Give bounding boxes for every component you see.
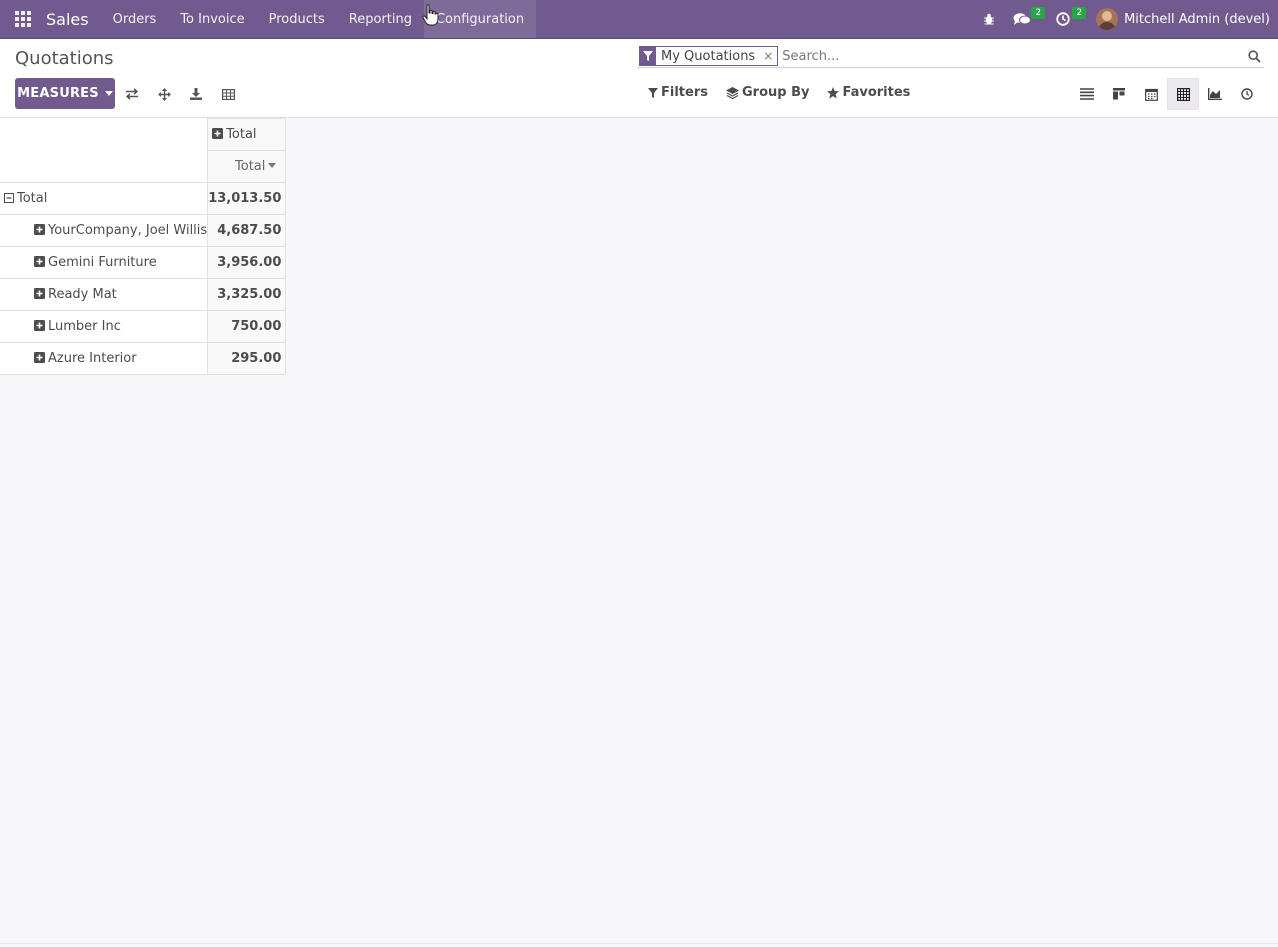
filter-funnel-icon	[640, 47, 656, 65]
table-row: Azure Interior 295.00	[0, 342, 287, 375]
table-row: YourCompany, Joel Willis 4,687.50	[0, 214, 287, 247]
calendar-view-icon[interactable]	[1135, 78, 1167, 110]
pivot-cell-value[interactable]: 295.00	[207, 342, 287, 375]
row-label: YourCompany, Joel Willis	[48, 223, 208, 238]
avatar	[1096, 8, 1119, 30]
pivot-cell-value[interactable]: 3,325.00	[207, 278, 287, 311]
table-row: Gemini Furniture 3,956.00	[0, 246, 287, 279]
top-navbar: Sales Orders To Invoice Products Reporti…	[0, 0, 1278, 39]
footer-divider	[0, 943, 1278, 944]
filters-label: Filters	[661, 85, 708, 100]
search-bar: My Quotations ×	[638, 45, 1264, 68]
total-row-label: Total	[17, 191, 48, 206]
table-row: Lumber Inc 750.00	[0, 310, 287, 343]
pivot-view-icon[interactable]	[1167, 78, 1199, 110]
caret-down-icon	[104, 91, 113, 96]
search-options: Filters Group By Favorites	[648, 85, 928, 100]
messages-chat-icon[interactable]: 2	[1004, 0, 1047, 38]
list-view-icon[interactable]	[1071, 78, 1103, 110]
plus-square-icon	[34, 288, 45, 299]
plus-square-icon	[212, 128, 224, 139]
pivot-total-row: Total 13,013.50	[0, 182, 287, 215]
menu-orders[interactable]: Orders	[101, 0, 169, 38]
row-label: Gemini Furniture	[48, 255, 157, 270]
table-row: Ready Mat 3,325.00	[0, 278, 287, 311]
graph-view-icon[interactable]	[1199, 78, 1231, 110]
expand-all-icon[interactable]	[154, 84, 174, 104]
pivot-row-header[interactable]: Ready Mat	[0, 278, 209, 311]
pivot-total-value[interactable]: 13,013.50	[207, 182, 287, 215]
row-label: Azure Interior	[48, 351, 137, 366]
activities-clock-icon[interactable]: 2	[1047, 0, 1088, 38]
favorites-label: Favorites	[842, 85, 911, 100]
pivot-cell-value[interactable]: 3,956.00	[207, 246, 287, 279]
search-icon[interactable]	[1244, 49, 1264, 63]
pivot-row-header[interactable]: Azure Interior	[0, 342, 209, 375]
facet-remove-icon[interactable]: ×	[761, 47, 777, 65]
sort-caret-icon	[268, 163, 277, 168]
filters-button[interactable]: Filters	[648, 85, 708, 100]
activities-badge: 2	[1072, 7, 1087, 19]
table-icon[interactable]	[218, 84, 238, 104]
control-panel: Quotations My Quotations × MEASURES	[0, 39, 1278, 118]
layers-icon	[725, 86, 739, 99]
search-facet: My Quotations ×	[639, 46, 779, 66]
plus-square-icon	[34, 352, 45, 363]
kanban-view-icon[interactable]	[1103, 78, 1135, 110]
download-icon[interactable]	[186, 84, 206, 104]
debug-bug-icon[interactable]	[974, 0, 1004, 38]
hand-pointer-icon	[422, 4, 440, 30]
search-input[interactable]	[782, 46, 1244, 66]
pivot-total-row-header[interactable]: Total	[0, 182, 209, 215]
user-menu[interactable]: Mitchell Admin (devel)	[1088, 0, 1278, 38]
row-label: Lumber Inc	[48, 319, 121, 334]
minus-square-icon	[4, 193, 14, 203]
plus-square-icon	[34, 224, 45, 235]
group-by-button[interactable]: Group By	[725, 85, 810, 100]
measures-label: MEASURES	[17, 86, 99, 101]
page-title: Quotations	[15, 48, 114, 69]
messages-badge: 2	[1031, 7, 1046, 19]
favorites-button[interactable]: Favorites	[827, 85, 910, 100]
row-label: Ready Mat	[48, 287, 117, 302]
menu-products[interactable]: Products	[257, 0, 337, 38]
flip-axis-icon[interactable]	[122, 84, 142, 104]
pivot-cell-value[interactable]: 4,687.50	[207, 214, 287, 247]
facet-value: My Quotations	[661, 48, 756, 64]
menu-reporting[interactable]: Reporting	[337, 0, 424, 38]
pivot-table: Total Total Total 13,013.50 YourCompany,…	[0, 118, 287, 375]
user-name: Mitchell Admin (devel)	[1124, 11, 1270, 27]
pivot-measure-header[interactable]: Total	[207, 150, 287, 183]
pivot-col-header[interactable]: Total	[207, 118, 287, 151]
pivot-row-header[interactable]: YourCompany, Joel Willis	[0, 214, 209, 247]
filter-icon	[648, 87, 658, 98]
star-icon	[827, 86, 840, 98]
view-switcher	[1071, 78, 1263, 110]
measures-button[interactable]: MEASURES	[15, 78, 115, 109]
col-header-label: Total	[226, 127, 257, 142]
app-brand[interactable]: Sales	[46, 10, 89, 29]
measure-header-label: Total	[235, 159, 266, 174]
pivot-cell-value[interactable]: 750.00	[207, 310, 287, 343]
activity-view-icon[interactable]	[1231, 78, 1263, 110]
pivot-row-header[interactable]: Lumber Inc	[0, 310, 209, 343]
group-by-label: Group By	[741, 85, 810, 100]
plus-square-icon	[34, 320, 45, 331]
apps-menu-icon[interactable]	[0, 0, 46, 38]
pivot-row-header[interactable]: Gemini Furniture	[0, 246, 209, 279]
pivot-corner	[0, 118, 209, 183]
menu-configuration[interactable]: Configuration	[423, 0, 537, 38]
plus-square-icon	[34, 256, 45, 267]
menu-to-invoice[interactable]: To Invoice	[168, 0, 256, 38]
